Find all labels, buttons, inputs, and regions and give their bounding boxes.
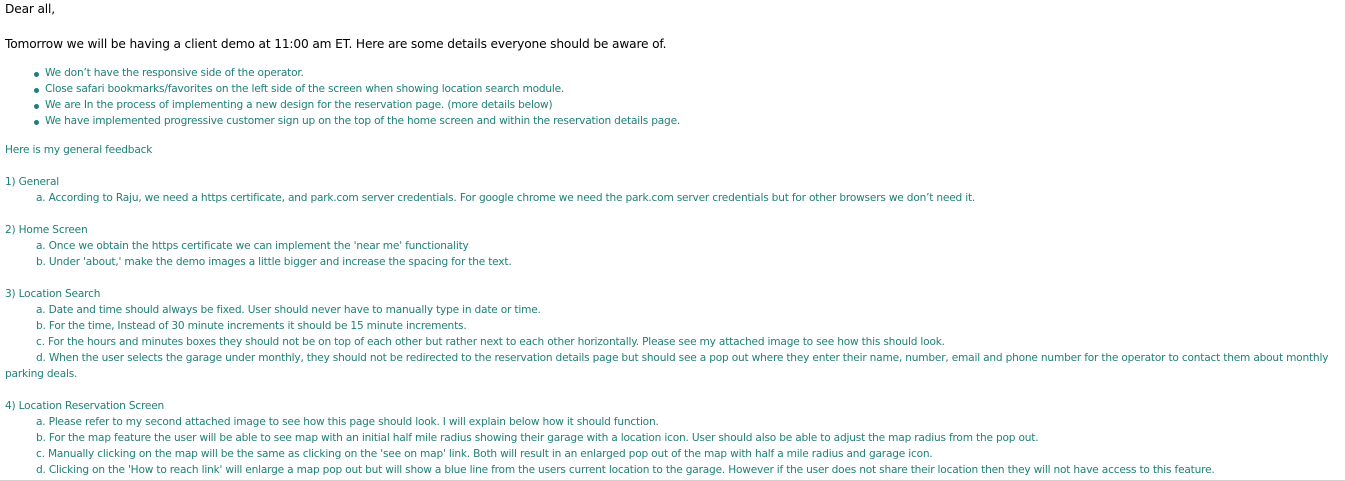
section-title: 3) Location Search — [5, 288, 101, 300]
bullet-icon — [34, 88, 39, 93]
section-item: b. For the map feature the user will be … — [36, 432, 1039, 444]
section-item: a. Date and time should always be fixed.… — [36, 304, 541, 316]
section-item-continuation: parking deals. — [5, 368, 78, 380]
intro-paragraph: Tomorrow we will be having a client demo… — [5, 37, 667, 51]
salutation: Dear all, — [5, 2, 56, 16]
section-item: b. For the time, Instead of 30 minute in… — [36, 320, 467, 332]
section-item: b. Under 'about,' make the demo images a… — [36, 256, 512, 268]
section-item: d. Clicking on the 'How to reach link' w… — [36, 464, 1215, 476]
bullet-text: We are In the process of implementing a … — [45, 99, 553, 111]
bullet-icon — [34, 72, 39, 77]
section-item: c. Manually clicking on the map will be … — [36, 448, 933, 460]
section-item: d. When the user selects the garage unde… — [36, 352, 1329, 364]
section-item: a. According to Raju, we need a https ce… — [36, 192, 976, 204]
section-item: a. Please refer to my second attached im… — [36, 416, 659, 428]
bullet-text: We don’t have the responsive side of the… — [45, 67, 304, 79]
section-item: a. Once we obtain the https certificate … — [36, 240, 469, 252]
section-title: 4) Location Reservation Screen — [5, 400, 165, 412]
bullet-text: Close safari bookmarks/favorites on the … — [45, 83, 565, 95]
bullet-icon — [34, 104, 39, 109]
bullet-icon — [34, 120, 39, 125]
section-title: 1) General — [5, 176, 59, 188]
section-item: c. For the hours and minutes boxes they … — [36, 336, 945, 348]
bullet-text: We have implemented progressive customer… — [45, 115, 681, 127]
section-title: 2) Home Screen — [5, 224, 88, 236]
feedback-heading: Here is my general feedback — [5, 144, 153, 156]
